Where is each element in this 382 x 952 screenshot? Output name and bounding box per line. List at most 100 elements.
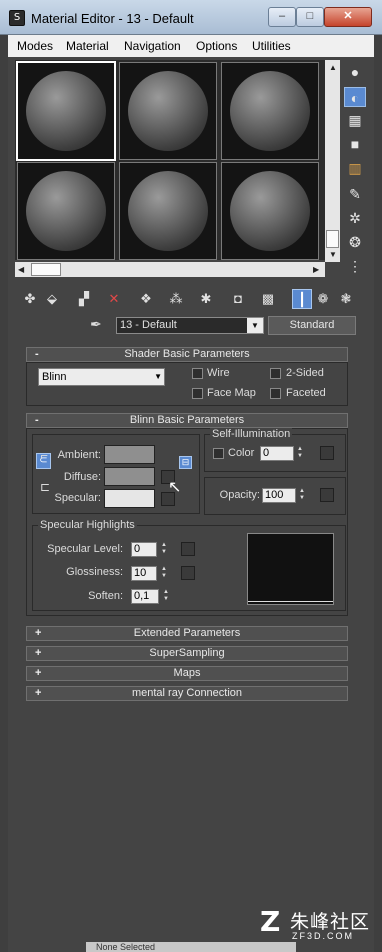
specular-level-map-button[interactable] [181,542,195,556]
self-illum-spinner[interactable]: 0 [260,446,294,461]
extended-parameters-rollout[interactable]: + Extended Parameters [26,626,348,641]
menu-navigation[interactable]: Navigation [124,39,181,53]
put-to-scene-icon[interactable]: ⬙ [42,289,62,309]
get-material-icon[interactable]: ✤ [20,289,40,309]
two-sided-checkbox[interactable] [270,368,281,379]
sample-slot[interactable] [119,62,217,160]
lock-icon[interactable]: ⊟ [179,456,192,469]
scroll-up-icon[interactable]: ▲ [329,63,337,72]
put-to-library-icon[interactable]: ✱ [196,289,216,309]
diffuse-label: Diffuse: [63,471,101,483]
material-editor-window: S Material Editor - 13 - Default – □ ✕ M… [0,0,382,952]
make-unique-icon[interactable]: ⁂ [166,289,186,309]
material-map-navigator-icon[interactable]: ⋮ [344,256,366,276]
specular-label: Specular: [54,492,101,504]
highlight-curve-graph [247,533,334,605]
go-to-parent-icon[interactable]: ❁ [313,289,333,309]
self-illum-map-button[interactable] [320,446,334,460]
self-illumination-label: Self-Illumination [210,428,293,440]
sample-slots-area [15,60,325,260]
material-name-field[interactable]: 13 - Default ▼ [116,317,264,334]
diffuse-color-swatch[interactable] [104,467,155,486]
maximize-button[interactable]: □ [296,7,324,27]
shader-basic-rollout-header[interactable]: - Shader Basic Parameters [26,347,348,362]
blinn-basic-rollout-header[interactable]: - Blinn Basic Parameters [26,413,348,428]
specular-color-swatch[interactable] [104,489,155,508]
wire-checkbox[interactable] [192,368,203,379]
self-illum-color-checkbox[interactable] [213,448,224,459]
material-type-button[interactable]: Standard [268,316,356,335]
glossiness-label: Glossiness: [66,566,123,578]
soften-spinner[interactable]: 0,1 [131,589,159,604]
menu-material[interactable]: Material [66,39,109,53]
title-bar: S Material Editor - 13 - Default – □ ✕ [0,0,382,35]
close-button[interactable]: ✕ [324,7,372,27]
slots-horizontal-scrollbar[interactable]: ◀ ▶ [15,262,325,277]
show-map-in-viewport-icon[interactable]: ▩ [258,289,278,309]
material-sphere [128,171,208,251]
window-title: Material Editor - 13 - Default [31,11,194,26]
face-map-checkbox[interactable] [192,388,203,399]
minimize-button[interactable]: – [268,7,296,27]
glossiness-map-button[interactable] [181,566,195,580]
video-color-check-icon[interactable]: ▥ [344,158,366,178]
opacity-spinner[interactable]: 100 [262,488,296,503]
chevron-down-icon[interactable]: ▼ [247,318,263,333]
sample-slot[interactable] [17,162,115,260]
graph-baseline [248,601,333,602]
background-checker-icon[interactable]: ▦ [344,110,366,130]
maps-rollout[interactable]: + Maps [26,666,348,681]
faceted-checkbox[interactable] [270,388,281,399]
sample-slot[interactable] [16,61,116,161]
glossiness-spinner[interactable]: 10 [131,566,157,581]
material-id-channel-icon[interactable]: ◘ [228,289,248,309]
scroll-thumb[interactable] [326,230,339,248]
options-icon[interactable]: ✲ [344,208,366,228]
ambient-label: Ambient: [57,449,101,461]
menu-options[interactable]: Options [196,39,237,53]
opacity-label: Opacity: [219,489,260,501]
spinner-arrows-icon[interactable]: ▲ ▼ [295,446,305,461]
go-forward-to-sibling-icon[interactable]: ❃ [336,289,356,309]
scroll-right-icon[interactable]: ▶ [313,265,319,274]
rollout-title: SuperSampling [149,647,225,659]
watermark-url: ZF3D.COM [292,931,354,941]
soften-label: Soften: [88,590,123,602]
sample-type-sphere-icon[interactable]: ● [344,62,366,82]
slots-vertical-scrollbar[interactable]: ▲ ▼ [325,60,340,262]
scroll-thumb[interactable] [31,263,61,276]
spinner-arrows-icon[interactable]: ▲ ▼ [159,566,169,581]
sample-uv-tiling-icon[interactable]: ■ [344,134,366,154]
menu-utilities[interactable]: Utilities [252,39,291,53]
menu-modes[interactable]: Modes [17,39,53,53]
supersampling-rollout[interactable]: + SuperSampling [26,646,348,661]
opacity-map-button[interactable] [320,488,334,502]
sample-slot[interactable] [119,162,217,260]
mental-ray-connection-rollout[interactable]: + mental ray Connection [26,686,348,701]
material-sphere [230,171,310,251]
eyedropper-icon[interactable]: ✒ [90,316,108,334]
rollout-title: Maps [173,667,201,679]
make-preview-icon[interactable]: ✎ [344,184,366,204]
scroll-left-icon[interactable]: ◀ [18,265,24,274]
material-sphere [230,71,310,151]
app-icon[interactable]: S [9,10,25,26]
sample-slot[interactable] [221,62,319,160]
shader-dropdown[interactable]: Blinn ▼ [38,368,165,386]
spinner-arrows-icon[interactable]: ▲ ▼ [161,589,171,604]
assign-to-selection-icon[interactable]: ▞ [74,289,94,309]
ambient-color-swatch[interactable] [104,445,155,464]
backlight-icon[interactable]: ◐ [344,87,366,107]
show-end-result-icon[interactable]: ┃ [292,289,312,309]
spinner-arrows-icon[interactable]: ▲ ▼ [159,542,169,557]
make-copy-icon[interactable]: ❖ [136,289,156,309]
sample-slot[interactable] [221,162,319,260]
spinner-arrows-icon[interactable]: ▲ ▼ [297,488,307,503]
scroll-down-icon[interactable]: ▼ [329,250,337,259]
reset-map-icon[interactable]: ✕ [104,289,124,309]
rollout-title: mental ray Connection [131,687,243,699]
specular-level-spinner[interactable]: 0 [131,542,157,557]
watermark-chinese-text: 朱峰社区 [290,911,371,933]
select-by-material-icon[interactable]: ❂ [344,232,366,252]
shader-value: Blinn [42,371,67,383]
